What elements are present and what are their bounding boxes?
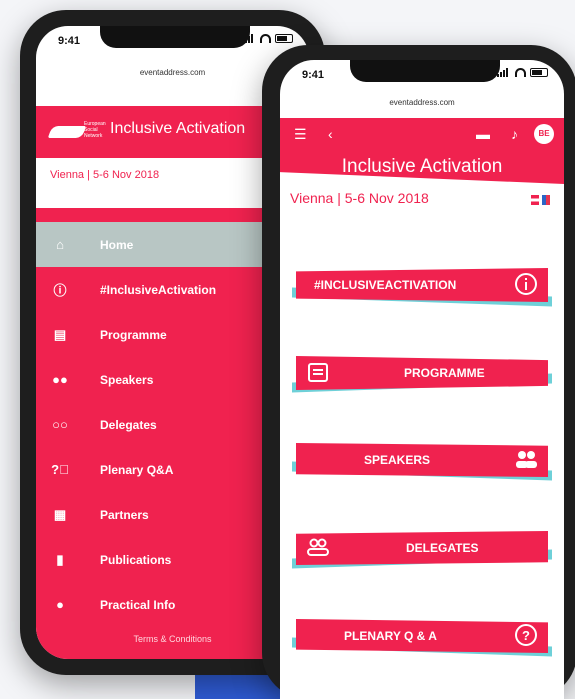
tile-speakers[interactable]: SPEAKERS: [296, 443, 548, 477]
people-outline-icon: [307, 538, 329, 556]
menu-item-label: Practical Info: [100, 597, 176, 612]
status-bar: 9:41: [36, 26, 309, 56]
info-filled-icon: ●: [56, 597, 64, 612]
event-city-date: Vienna | 5-6 Nov 2018: [50, 169, 160, 181]
status-time: 9:41: [58, 35, 81, 47]
status-icons: [242, 34, 293, 43]
avatar[interactable]: BE: [534, 124, 554, 144]
chat-icon[interactable]: ▬: [476, 126, 490, 142]
status-bar: 9:41: [280, 60, 564, 90]
tile-inclusiveactivation[interactable]: #INCLUSIVEACTIVATION: [296, 268, 548, 302]
calendar-icon: ▤: [53, 326, 67, 342]
info-icon: [515, 273, 537, 295]
tile-programme[interactable]: PROGRAMME: [296, 356, 548, 390]
hamburger-menu-icon[interactable]: ☰: [294, 126, 307, 143]
battery-icon: [275, 34, 293, 43]
event-city-date: Vienna | 5-6 Nov 2018: [290, 190, 429, 206]
info-icon: ⓘ: [53, 283, 67, 298]
flag-icon: [531, 195, 539, 205]
calendar-icon: [308, 363, 328, 382]
signal-icon: [242, 34, 256, 43]
sponsor-logos: [531, 195, 550, 205]
svg-text:?: ?: [522, 628, 530, 643]
brand-logo-icon: [47, 126, 87, 138]
question-icon: ?⃝: [51, 462, 69, 477]
menu-item-label: Delegates: [100, 417, 157, 432]
tile-plenary-qa[interactable]: PLENARY Q & A ?: [296, 619, 548, 653]
notification-bell-icon[interactable]: ♪: [511, 126, 518, 142]
question-icon: ?: [515, 624, 537, 646]
tile-label: SPEAKERS: [364, 453, 431, 467]
menu-item-label: Home: [100, 237, 134, 252]
home-icon: ⌂: [56, 237, 64, 252]
menu-item-label: #InclusiveActivation: [100, 282, 217, 297]
tile-label: DELEGATES: [406, 541, 479, 555]
right-phone-frame: 9:41 eventaddress.com ☰ ‹ ▬ ♪ BE Inclusi…: [262, 45, 575, 699]
signal-icon: [497, 68, 511, 77]
menu-item-label: Plenary Q&A: [100, 462, 174, 477]
brand-logo-text: European Social Network: [84, 121, 106, 139]
app-header: ☰ ‹ ▬ ♪ BE Inclusive Activation: [280, 118, 564, 184]
document-icon: ▮: [56, 551, 64, 567]
wifi-icon: [515, 68, 526, 77]
app-title: Inclusive Activation: [110, 120, 246, 137]
people-outline-icon: ○○: [52, 417, 68, 432]
tile-label: PROGRAMME: [404, 366, 485, 380]
address-bar[interactable]: eventaddress.com: [280, 98, 564, 107]
status-icons: [497, 68, 548, 77]
right-phone-screen: 9:41 eventaddress.com ☰ ‹ ▬ ♪ BE Inclusi…: [280, 60, 564, 699]
tile-label: PLENARY Q & A: [344, 629, 437, 643]
status-time: 9:41: [302, 69, 325, 81]
menu-item-label: Programme: [100, 327, 167, 342]
menu-item-label: Speakers: [100, 372, 154, 387]
menu-item-label: Publications: [100, 552, 172, 567]
menu-item-label: Partners: [100, 507, 149, 522]
people-icon: ●●: [52, 372, 68, 387]
wifi-icon: [260, 34, 271, 43]
flag-icon: [542, 195, 550, 205]
building-icon: ▦: [53, 506, 67, 522]
tile-label: #INCLUSIVEACTIVATION: [314, 278, 457, 292]
battery-icon: [530, 68, 548, 77]
tile-delegates[interactable]: DELEGATES: [296, 531, 548, 565]
people-icon: [516, 451, 537, 468]
app-title: Inclusive Activation: [341, 156, 503, 177]
back-chevron-icon[interactable]: ‹: [328, 126, 333, 142]
